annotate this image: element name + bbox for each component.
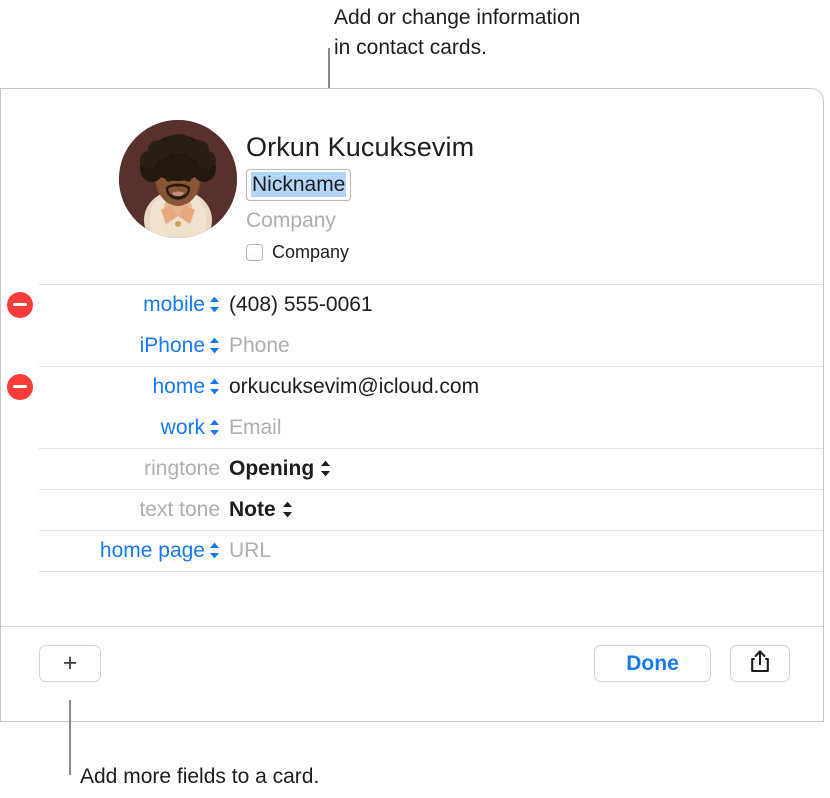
field-value: Phone — [229, 333, 290, 357]
plus-icon: + — [62, 649, 78, 677]
contact-card-window: Orkun Kucuksevim Nickname Company Compan… — [0, 88, 824, 722]
field-value: URL — [229, 538, 272, 562]
field-value-cell[interactable]: Email — [229, 416, 282, 440]
field-label-cell[interactable]: home — [39, 375, 229, 399]
remove-field-button[interactable] — [7, 373, 33, 400]
field-row-text-tone: text tone Note — [1, 489, 823, 530]
field-value: (408) 555-0061 — [229, 292, 373, 316]
nickname-value: Nickname — [251, 172, 347, 197]
field-value-cell[interactable]: (408) 555-0061 — [229, 293, 373, 317]
field-value: Note — [229, 497, 276, 521]
field-row-divider — [39, 284, 823, 285]
nickname-input[interactable]: Nickname — [246, 169, 352, 201]
stepper-icon[interactable] — [209, 337, 220, 354]
field-row-ringtone: ringtone Opening — [1, 448, 823, 489]
field-row-email-work: work Email — [1, 407, 823, 448]
field-row-divider — [39, 489, 823, 490]
field-label: ringtone — [144, 456, 220, 480]
field-label-cell: text tone — [39, 498, 229, 522]
done-button-label: Done — [626, 651, 679, 675]
clipped-field-row — [1, 571, 823, 587]
field-value-cell[interactable]: URL — [229, 539, 271, 563]
company-checkbox-row[interactable]: Company — [246, 242, 474, 263]
company-input[interactable]: Company — [246, 208, 474, 233]
field-row-home-page: home page URL — [1, 530, 823, 571]
contact-photo[interactable] — [119, 120, 237, 238]
field-value-cell[interactable]: Phone — [229, 334, 290, 358]
field-label-cell[interactable]: mobile — [39, 293, 229, 317]
field-value: Opening — [229, 456, 315, 480]
field-label-cell[interactable]: home page — [39, 539, 229, 563]
share-icon — [749, 649, 771, 678]
share-button[interactable] — [730, 645, 790, 682]
stepper-icon[interactable] — [282, 501, 293, 518]
card-toolbar: + Done — [1, 627, 823, 721]
callout-top-text: Add or change information in contact car… — [334, 6, 581, 59]
add-field-button[interactable]: + — [39, 645, 101, 682]
stepper-icon[interactable] — [209, 542, 220, 559]
contact-full-name[interactable]: Orkun Kucuksevim — [246, 131, 474, 163]
field-label: home page — [99, 538, 205, 562]
stepper-icon[interactable] — [209, 378, 220, 395]
field-value: Email — [229, 415, 282, 439]
field-row-email-home: home orkucuksevim@icloud.com — [1, 366, 823, 407]
field-label: text tone — [139, 497, 220, 521]
company-checkbox-label: Company — [272, 242, 350, 262]
field-label: work — [160, 415, 205, 439]
field-row-phone-mobile: mobile (408) 555-0061 — [1, 284, 823, 325]
field-row-phone-iphone: iPhone Phone — [1, 325, 823, 366]
field-label-cell[interactable]: iPhone — [39, 334, 229, 358]
field-row-divider — [39, 366, 823, 367]
field-value-cell[interactable]: Note — [229, 498, 293, 522]
field-label-cell: ringtone — [39, 457, 229, 481]
remove-field-cell — [1, 373, 39, 400]
contact-card-header: Orkun Kucuksevim Nickname Company Compan… — [1, 89, 823, 284]
field-value-cell[interactable]: Opening — [229, 457, 331, 481]
company-checkbox[interactable] — [246, 244, 263, 261]
field-label: iPhone — [139, 333, 205, 357]
remove-field-cell — [1, 291, 39, 318]
field-label-cell[interactable]: work — [39, 416, 229, 440]
field-label: mobile — [143, 292, 205, 316]
field-label: home — [152, 374, 205, 398]
field-row-divider — [39, 448, 823, 449]
stepper-icon[interactable] — [209, 419, 220, 436]
field-row-divider — [39, 530, 823, 531]
contact-fields-list: mobile (408) 555-0061 iPhone Phone home orkuc… — [1, 284, 823, 571]
stepper-icon[interactable] — [320, 460, 331, 477]
stepper-icon[interactable] — [209, 296, 220, 313]
callout-bottom-text: Add more fields to a card. — [80, 765, 320, 788]
remove-field-button[interactable] — [7, 291, 33, 318]
contact-name-block: Orkun Kucuksevim Nickname Company Compan… — [246, 131, 474, 263]
done-button[interactable]: Done — [594, 645, 711, 682]
field-value: orkucuksevim@icloud.com — [229, 374, 480, 398]
callout-bottom-leader-line — [69, 700, 71, 775]
field-value-cell[interactable]: orkucuksevim@icloud.com — [229, 375, 479, 399]
